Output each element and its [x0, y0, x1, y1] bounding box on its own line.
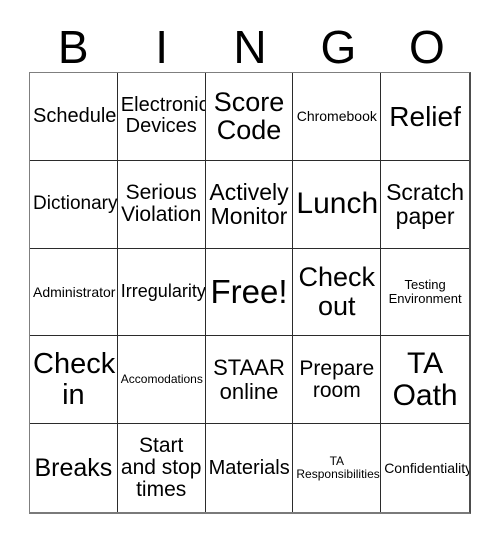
bingo-cell[interactable]: Materials — [205, 424, 294, 512]
bingo-header-row: B I N G O — [29, 13, 471, 72]
bingo-cell-label: Scratch paper — [386, 178, 465, 230]
bingo-cell[interactable]: Start and stop times — [117, 424, 206, 512]
bingo-cell-label: Electronic Devices — [120, 94, 206, 138]
bingo-cell-label: Lunch — [296, 187, 379, 221]
bingo-cell-label: Testing Environment — [388, 277, 462, 306]
bingo-cell[interactable]: Administrator — [30, 248, 118, 337]
bingo-cell-label: Check out — [298, 262, 376, 321]
bingo-cell-label: Confidentiality — [384, 459, 469, 476]
bingo-cell[interactable]: Testing Environment — [381, 248, 469, 337]
bingo-cell[interactable]: Confidentiality — [381, 424, 469, 512]
bingo-header-letter-b: B — [57, 21, 89, 73]
bingo-cell-label: STAAR online — [213, 355, 285, 404]
bingo-cell[interactable]: Breaks — [30, 424, 118, 512]
bingo-cell-free[interactable]: Free! — [205, 248, 294, 337]
bingo-cell[interactable]: Irregularity — [117, 248, 206, 337]
bingo-cell[interactable]: Electronic Devices — [117, 73, 206, 161]
bingo-cell[interactable]: Relief — [381, 73, 469, 161]
bingo-cell-label: Accomodations — [120, 372, 203, 387]
bingo-cell-label: Relief — [389, 100, 461, 132]
bingo-grid: Schedule Electronic Devices Score Code Chro… — [29, 72, 471, 514]
bingo-cell[interactable]: Check out — [293, 248, 382, 337]
bingo-cell-label: Irregularity — [120, 281, 206, 302]
bingo-header-letter-g: G — [320, 21, 357, 73]
bingo-header-letter-i: I — [155, 21, 168, 73]
bingo-cell[interactable]: TA Oath — [381, 336, 469, 425]
bingo-cell[interactable]: Check in — [30, 336, 118, 425]
bingo-cell-label: Prepare room — [299, 356, 375, 402]
bingo-cell-label: Chromebook — [296, 107, 377, 124]
bingo-cell-label: Free! — [210, 272, 288, 310]
bingo-cell-label: TA Oath — [392, 346, 458, 412]
bingo-cell[interactable]: Chromebook — [293, 73, 382, 161]
bingo-cell-label: Serious Violation — [121, 180, 202, 227]
bingo-cell-label: Check in — [33, 348, 116, 411]
bingo-cell[interactable]: Actively Monitor — [205, 160, 294, 249]
bingo-cell-label: Breaks — [34, 453, 113, 482]
bingo-cell[interactable]: TA Responsibilities — [293, 424, 382, 512]
bingo-cell[interactable]: STAAR online — [205, 336, 294, 425]
bingo-cell-label: Start and stop times — [120, 433, 202, 502]
bingo-cell[interactable]: Accomodations — [117, 336, 206, 425]
bingo-cell-label: Actively Monitor — [209, 178, 289, 230]
bingo-cell[interactable]: Serious Violation — [117, 160, 206, 249]
bingo-cell-label: Score Code — [213, 86, 285, 146]
bingo-cell-label: Administrator — [33, 283, 116, 300]
bingo-cell[interactable]: Schedule — [30, 73, 118, 161]
bingo-cell[interactable]: Score Code — [205, 73, 294, 161]
bingo-card: B I N G O Schedule Electronic Devices Scor… — [0, 0, 500, 544]
bingo-cell[interactable]: Prepare room — [293, 336, 382, 425]
bingo-cell-label: Schedule — [33, 104, 117, 127]
bingo-cell[interactable]: Dictionary — [30, 160, 118, 249]
bingo-cell-label: TA Responsibilities — [296, 454, 380, 482]
bingo-header-letter-o: O — [408, 21, 445, 73]
bingo-cell-label: Materials — [208, 456, 290, 479]
bingo-cell[interactable]: Lunch — [293, 160, 382, 249]
bingo-header-letter-n: N — [233, 21, 267, 73]
bingo-cell-label: Dictionary — [33, 193, 118, 215]
bingo-cell[interactable]: Scratch paper — [381, 160, 469, 249]
